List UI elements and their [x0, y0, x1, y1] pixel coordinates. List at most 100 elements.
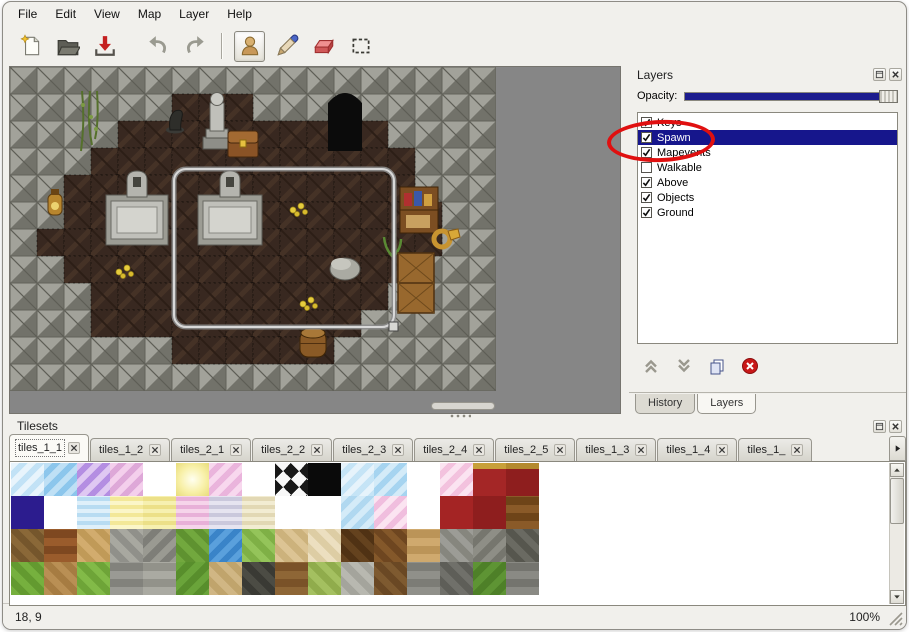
duplicate-layer-button[interactable] [707, 356, 727, 376]
dock-tab-layers[interactable]: Layers [697, 394, 756, 414]
tileset-tile[interactable] [275, 496, 308, 529]
panel-float-button[interactable] [873, 68, 886, 81]
resize-grip[interactable] [888, 611, 903, 626]
opacity-slider[interactable] [684, 89, 898, 103]
eraser-tool-button[interactable] [308, 31, 339, 62]
tileset-tab-tiles_1_2[interactable]: tiles_1_2 [90, 438, 170, 461]
tileset-tile[interactable] [143, 463, 176, 496]
layer-row-spawn[interactable]: Spawn [638, 130, 897, 145]
tileset-tile[interactable] [176, 529, 209, 562]
redo-button[interactable] [179, 31, 210, 62]
tileset-tile[interactable] [209, 562, 242, 595]
tileset-tile[interactable] [77, 496, 110, 529]
tileset-tile[interactable] [440, 496, 473, 529]
tileset-tile[interactable] [440, 463, 473, 496]
tileset-tile[interactable] [341, 529, 374, 562]
layer-visibility-checkbox[interactable] [641, 177, 652, 188]
tileset-tile[interactable] [143, 529, 176, 562]
scroll-up-button[interactable] [890, 463, 904, 477]
tileset-scrollbar[interactable] [889, 463, 904, 604]
tileset-tile[interactable] [506, 562, 539, 595]
menu-edit[interactable]: Edit [46, 4, 85, 24]
tileset-tile[interactable] [308, 463, 341, 496]
layer-visibility-checkbox[interactable] [641, 117, 652, 128]
tileset-tile[interactable] [110, 463, 143, 496]
opacity-slider-handle[interactable] [879, 90, 898, 103]
move-layer-up-button[interactable] [641, 356, 661, 376]
layer-row-objects[interactable]: Objects [638, 190, 897, 205]
tab-close-button[interactable] [68, 442, 80, 454]
tileset-tile[interactable] [11, 463, 44, 496]
panel-close-button[interactable] [889, 420, 902, 433]
layer-visibility-checkbox[interactable] [641, 147, 652, 158]
map-canvas-view[interactable] [9, 66, 621, 414]
tileset-tile[interactable] [110, 562, 143, 595]
map-hscroll-thumb[interactable] [431, 402, 495, 410]
scroll-down-button[interactable] [890, 590, 904, 604]
menu-file[interactable]: File [9, 4, 46, 24]
tileset-tile[interactable] [11, 562, 44, 595]
tileset-tile[interactable] [308, 496, 341, 529]
tileset-tile[interactable] [44, 463, 77, 496]
tileset-tile[interactable] [242, 562, 275, 595]
tileset-tile[interactable] [242, 463, 275, 496]
tab-close-button[interactable] [311, 444, 323, 456]
select-tool-button[interactable] [345, 31, 376, 62]
tab-close-button[interactable] [230, 444, 242, 456]
tileset-tile[interactable] [473, 529, 506, 562]
menu-help[interactable]: Help [218, 4, 261, 24]
tab-close-button[interactable] [635, 444, 647, 456]
tileset-tile[interactable] [341, 562, 374, 595]
layer-row-ground[interactable]: Ground [638, 205, 897, 220]
tileset-tile[interactable] [143, 562, 176, 595]
tileset-tile[interactable] [374, 529, 407, 562]
panel-float-button[interactable] [873, 420, 886, 433]
tileset-tile[interactable] [242, 496, 275, 529]
tab-close-button[interactable] [473, 444, 485, 456]
tileset-tab-tiles_2_3[interactable]: tiles_2_3 [333, 438, 413, 461]
menu-view[interactable]: View [85, 4, 129, 24]
tileset-tile[interactable] [242, 529, 275, 562]
tileset-tile[interactable] [275, 463, 308, 496]
layer-row-keys[interactable]: Keys [638, 115, 897, 130]
tab-close-button[interactable] [554, 444, 566, 456]
layer-visibility-checkbox[interactable] [641, 207, 652, 218]
tab-scroll-right-button[interactable] [889, 436, 906, 461]
fill-tool-button[interactable] [271, 31, 302, 62]
tileset-tile[interactable] [506, 463, 539, 496]
tileset-tile[interactable] [440, 529, 473, 562]
tileset-tile[interactable] [209, 496, 242, 529]
menu-layer[interactable]: Layer [170, 4, 218, 24]
tileset-tile[interactable] [308, 529, 341, 562]
selection-resize-handle[interactable] [389, 322, 398, 331]
tileset-tile[interactable] [44, 529, 77, 562]
tileset-tile[interactable] [44, 496, 77, 529]
tileset-tile[interactable] [440, 562, 473, 595]
tileset-tile[interactable] [506, 529, 539, 562]
tab-close-button[interactable] [791, 444, 803, 456]
tileset-tile[interactable] [110, 496, 143, 529]
tileset-tile[interactable] [374, 463, 407, 496]
tileset-tile[interactable] [143, 496, 176, 529]
tab-close-button[interactable] [392, 444, 404, 456]
layer-row-walkable[interactable]: Walkable [638, 160, 897, 175]
open-file-button[interactable] [52, 31, 83, 62]
tileset-tile[interactable] [209, 463, 242, 496]
layer-visibility-checkbox[interactable] [641, 132, 652, 143]
menu-map[interactable]: Map [129, 4, 170, 24]
tileset-tile[interactable] [176, 496, 209, 529]
tileset-tile[interactable] [473, 562, 506, 595]
tileset-tile[interactable] [407, 529, 440, 562]
tileset-tab-tiles_1_[interactable]: tiles_1_ [738, 438, 812, 461]
tileset-tile[interactable] [407, 562, 440, 595]
save-file-button[interactable] [89, 31, 120, 62]
tileset-tile[interactable] [11, 529, 44, 562]
stamp-tool-button[interactable] [234, 31, 265, 62]
tileset-tile[interactable] [473, 463, 506, 496]
scroll-thumb[interactable] [890, 478, 904, 524]
new-file-button[interactable] [15, 31, 46, 62]
tab-close-button[interactable] [149, 444, 161, 456]
tileset-tab-tiles_2_5[interactable]: tiles_2_5 [495, 438, 575, 461]
tileset-tab-tiles_2_4[interactable]: tiles_2_4 [414, 438, 494, 461]
tileset-tile[interactable] [374, 562, 407, 595]
